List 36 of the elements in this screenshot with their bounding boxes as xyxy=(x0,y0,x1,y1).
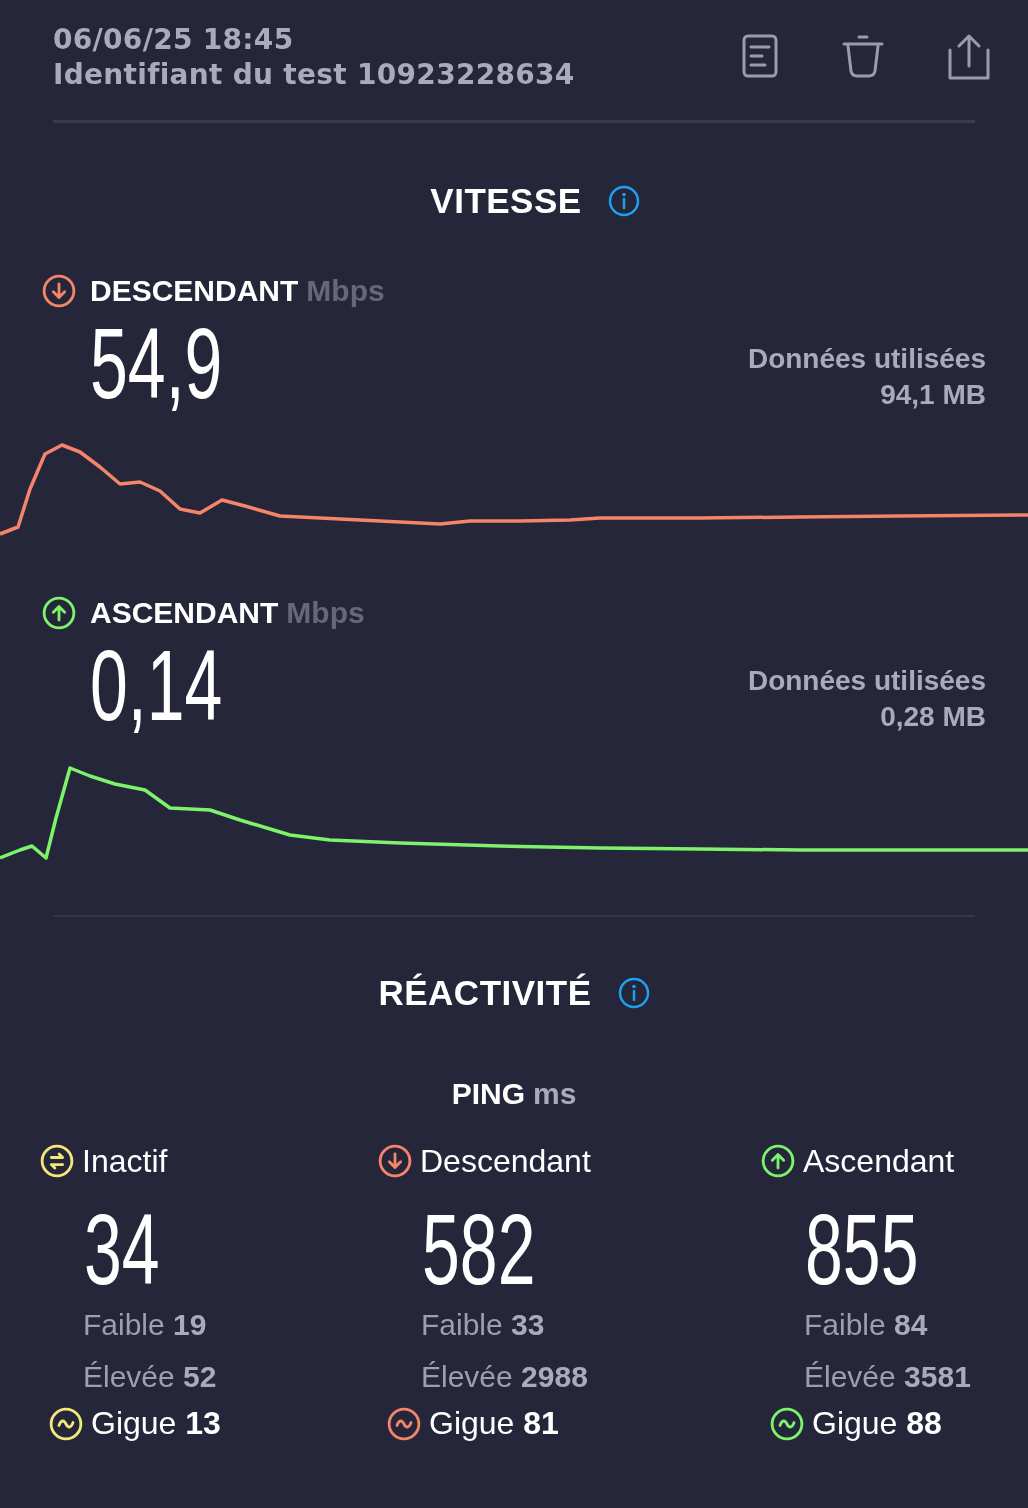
info-icon[interactable] xyxy=(617,977,650,1009)
jitter-value: Gigue 13 xyxy=(91,1405,221,1442)
ping-category: Ascendant xyxy=(803,1142,955,1180)
document-icon[interactable] xyxy=(742,34,778,78)
ping-value: 582 xyxy=(422,1199,536,1299)
data-used-value: 94,1 MB xyxy=(879,378,986,412)
high-latency: Élevée 2988 xyxy=(421,1359,589,1395)
low-latency: Faible 19 xyxy=(83,1307,208,1343)
result-label: DESCENDANT xyxy=(90,274,299,308)
speed-value: 0,14 xyxy=(90,635,223,735)
jitter-value: Gigue 81 xyxy=(429,1405,559,1442)
result-label: ASCENDANT xyxy=(90,596,279,630)
ping-label: PING xyxy=(451,1077,525,1110)
jitter-value: Gigue 88 xyxy=(812,1405,942,1442)
data-used-value: 0,28 MB xyxy=(879,700,986,734)
low-latency: Faible 33 xyxy=(421,1307,546,1343)
test-id: Identifiant du test 10923228634 xyxy=(53,57,575,92)
ping-category: Inactif xyxy=(82,1142,168,1180)
data-used-label: Données utilisées xyxy=(747,342,986,376)
ping-value: 855 xyxy=(805,1199,919,1299)
section-title: RÉACTIVITÉ xyxy=(378,973,592,1013)
unit-label: ms xyxy=(533,1077,577,1110)
ping-category: Descendant xyxy=(420,1142,591,1180)
ping-value: 34 xyxy=(84,1199,160,1299)
unit-label: Mbps xyxy=(306,274,385,308)
high-latency: Élevée 3581 xyxy=(804,1359,972,1395)
speed-value: 54,9 xyxy=(90,313,223,413)
share-icon[interactable] xyxy=(948,34,990,80)
test-date: 06/06/25 18:45 xyxy=(53,22,295,57)
section-title: VITESSE xyxy=(430,181,582,221)
trash-icon[interactable] xyxy=(842,34,884,78)
data-used-label: Données utilisées xyxy=(747,664,986,698)
info-icon[interactable] xyxy=(607,185,640,217)
unit-label: Mbps xyxy=(286,596,365,630)
high-latency: Élevée 52 xyxy=(83,1359,218,1395)
low-latency: Faible 84 xyxy=(804,1307,929,1343)
